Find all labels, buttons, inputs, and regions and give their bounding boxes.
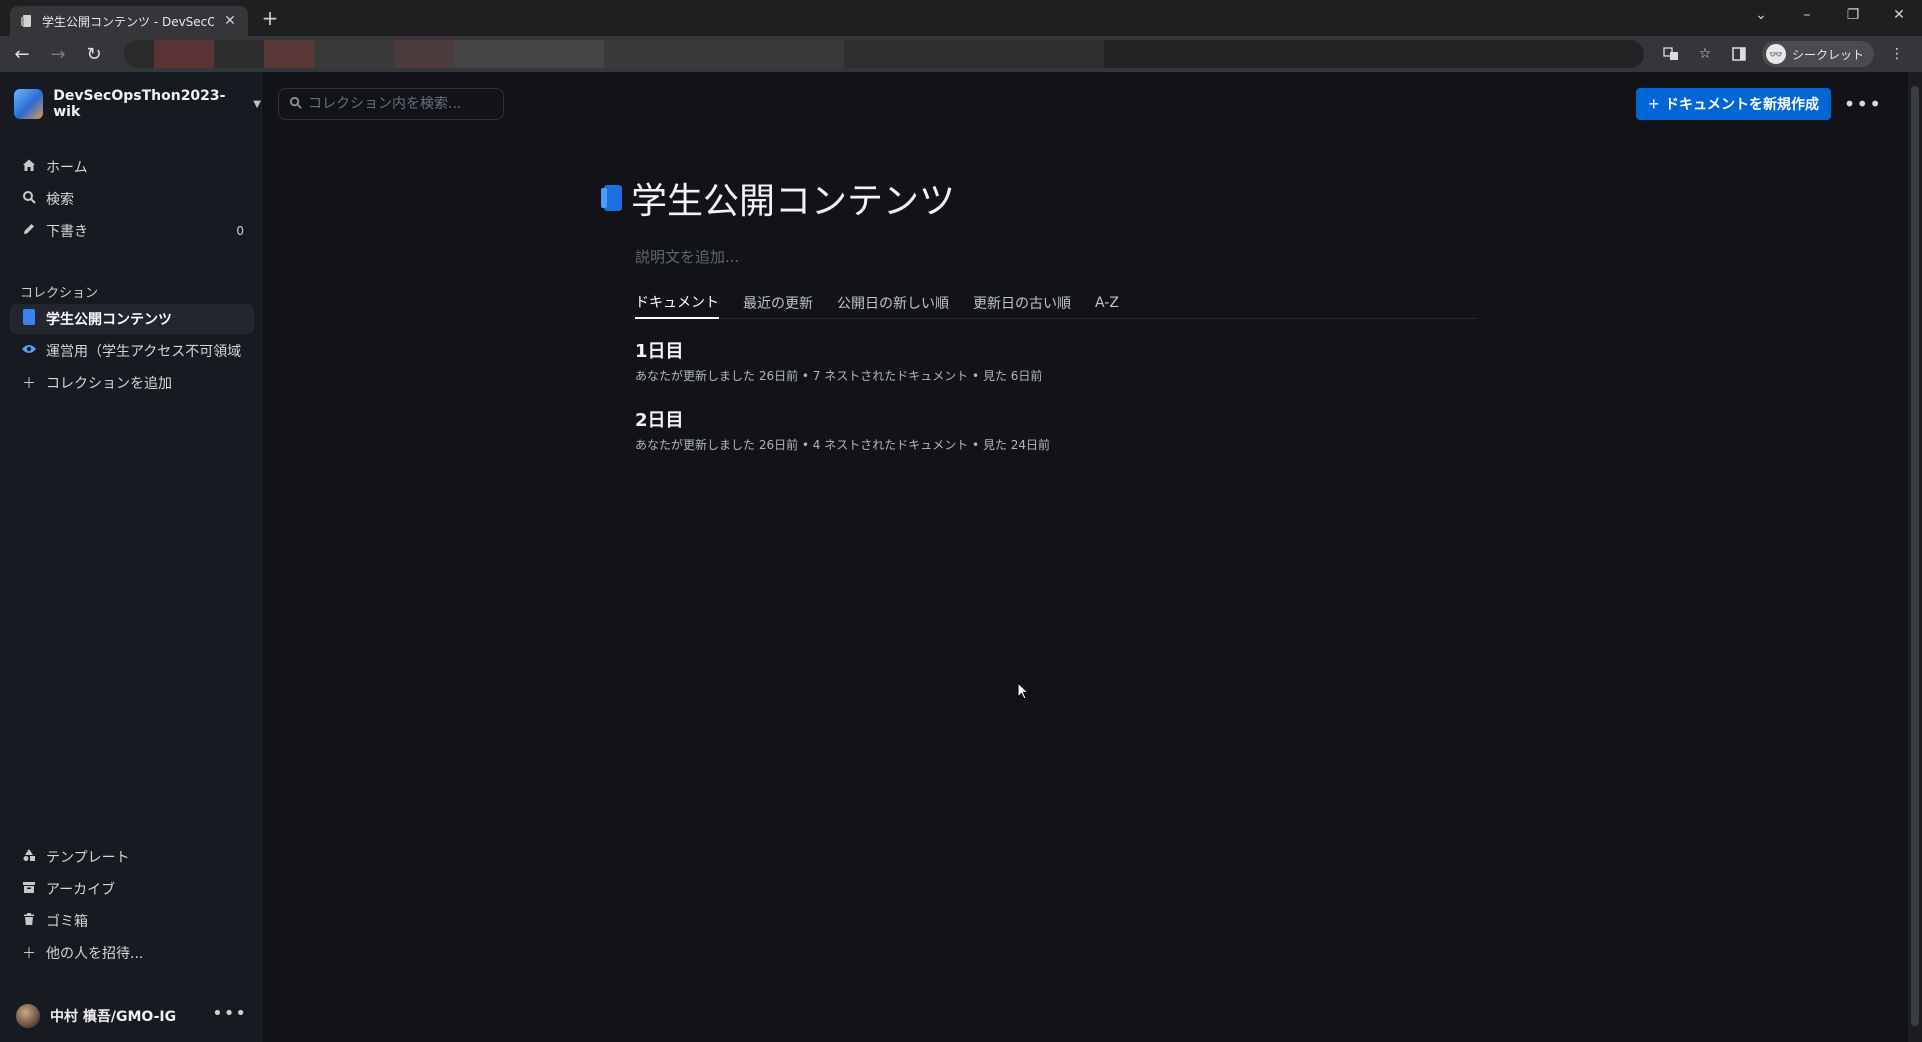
sidebar-item-label: アーカイブ [46, 882, 116, 898]
description-input[interactable]: 説明文を追加... [635, 246, 1477, 267]
pencil-icon [20, 222, 38, 240]
team-switcher[interactable]: DevSecOpsThon2023-wik ▼ [14, 88, 261, 120]
team-logo-icon [14, 89, 44, 119]
collection-icon [20, 309, 38, 329]
document-title[interactable]: 1日目 [635, 337, 1477, 363]
tab-search-icon[interactable]: ⌄ [1738, 0, 1784, 30]
sidebar: DevSecOpsThon2023-wik ▼ ホーム 検索 下書き 0 コレク… [0, 72, 262, 1042]
list-item[interactable]: 1日目 あなたが更新しました 26日前 • 7 ネストされたドキュメント • 見… [635, 337, 1477, 384]
collections-heading: コレクション [20, 286, 99, 301]
avatar [16, 1004, 40, 1028]
incognito-icon: 👓 [1765, 44, 1786, 64]
user-name: 中村 槙吾/GMO-IG [50, 1009, 177, 1025]
more-icon[interactable]: ••• [212, 1003, 247, 1024]
new-document-button[interactable]: + ドキュメントを新規作成 [1636, 88, 1831, 120]
tab-alphabetical[interactable]: A-Z [1095, 287, 1119, 319]
document-meta: あなたが更新しました 26日前 • 7 ネストされたドキュメント • 見た 6日… [635, 369, 1043, 383]
sidebar-item-home[interactable]: ホーム [10, 152, 254, 182]
incognito-label: シークレット [1791, 47, 1864, 62]
sidebar-item-label: 学生公開コンテンツ [46, 312, 172, 328]
plus-icon: ＋ [22, 946, 36, 962]
sidebar-item-label: 運営用（学生アクセス不可領域 [46, 344, 242, 360]
incognito-badge[interactable]: 👓 シークレット [1761, 41, 1874, 67]
reload-icon[interactable]: ↻ [80, 40, 108, 68]
caret-down-icon: ▼ [253, 98, 261, 110]
document-title[interactable]: 2日目 [635, 406, 1477, 432]
more-options-icon[interactable]: ••• [1844, 92, 1882, 116]
collection-search[interactable] [278, 88, 504, 120]
sidebar-item-archive[interactable]: アーカイブ [10, 874, 254, 904]
browser-menu-icon[interactable]: ⋮ [1886, 43, 1908, 65]
sort-tabs: ドキュメント 最近の更新 公開日の新しい順 更新日の古い順 A-Z [635, 287, 1477, 319]
collection-favicon-icon [20, 14, 34, 28]
address-bar[interactable] [124, 40, 1644, 68]
collection-heading: 学生公開コンテンツ [601, 172, 1477, 224]
sidebar-item-label: ホーム [46, 160, 88, 176]
eye-icon [20, 343, 38, 359]
plus-icon: + [1648, 93, 1659, 114]
team-name: DevSecOpsThon2023-wik [53, 88, 226, 120]
main-content: + ドキュメントを新規作成 ••• 学生公開コンテンツ 説明文を追加... ドキ… [262, 72, 1922, 1042]
restore-icon[interactable]: ❐ [1830, 0, 1876, 30]
invite-people-button[interactable]: ＋ 他の人を招待... [10, 938, 254, 968]
plus-icon: ＋ [22, 376, 36, 392]
sidebar-item-label: 他の人を招待... [46, 946, 144, 962]
drafts-count: 0 [236, 224, 244, 238]
add-collection-button[interactable]: ＋ コレクションを追加 [10, 368, 254, 398]
side-panel-icon[interactable] [1728, 43, 1750, 65]
browser-tabstrip: 学生公開コンテンツ - DevSecOpsTh ✕ + ⌄ – ❐ ✕ [0, 0, 1922, 36]
user-menu[interactable]: 中村 槙吾/GMO-IG [16, 1004, 176, 1028]
new-document-label: ドキュメントを新規作成 [1665, 96, 1819, 112]
sidebar-item-label: コレクションを追加 [46, 376, 172, 392]
sidebar-item-label: テンプレート [46, 850, 130, 866]
page-title[interactable]: 学生公開コンテンツ [631, 172, 955, 224]
search-input[interactable] [308, 96, 488, 112]
sidebar-item-operations-collection[interactable]: 運営用（学生アクセス不可領域 [10, 336, 254, 366]
scrollbar[interactable] [1908, 72, 1922, 1042]
archive-icon [20, 880, 38, 898]
tab-oldest-updated[interactable]: 更新日の古い順 [973, 287, 1071, 319]
window-controls: ⌄ – ❐ ✕ [1738, 0, 1922, 30]
sidebar-item-label: 検索 [46, 192, 74, 208]
search-icon [20, 190, 38, 208]
tab-newest-published[interactable]: 公開日の新しい順 [837, 287, 949, 319]
sidebar-item-label: ゴミ箱 [46, 914, 88, 930]
collection-content: 学生公開コンテンツ 説明文を追加... ドキュメント 最近の更新 公開日の新しい… [601, 172, 1477, 453]
bookmark-star-icon[interactable]: ☆ [1694, 43, 1716, 65]
list-item[interactable]: 2日目 あなたが更新しました 26日前 • 4 ネストされたドキュメント • 見… [635, 406, 1477, 453]
browser-tab-title: 学生公開コンテンツ - DevSecOpsTh [42, 14, 214, 29]
trash-icon [20, 912, 38, 930]
home-icon [20, 158, 38, 176]
sidebar-item-search[interactable]: 検索 [10, 184, 254, 214]
document-meta: あなたが更新しました 26日前 • 4 ネストされたドキュメント • 見た 24… [635, 438, 1051, 452]
sidebar-item-drafts[interactable]: 下書き 0 [10, 216, 254, 246]
sidebar-item-student-collection[interactable]: 学生公開コンテンツ [10, 304, 254, 334]
shapes-icon [20, 848, 38, 866]
new-tab-icon[interactable]: + [258, 6, 282, 30]
close-window-icon[interactable]: ✕ [1876, 0, 1922, 30]
minimize-icon[interactable]: – [1784, 0, 1830, 30]
sidebar-item-trash[interactable]: ゴミ箱 [10, 906, 254, 936]
browser-tab[interactable]: 学生公開コンテンツ - DevSecOpsTh ✕ [10, 6, 248, 36]
back-icon[interactable]: ← [8, 40, 36, 68]
search-icon [289, 96, 302, 113]
tab-documents[interactable]: ドキュメント [635, 287, 719, 319]
browser-toolbar: ← → ↻ ☆ 👓 シークレット ⋮ [0, 36, 1922, 72]
app: DevSecOpsThon2023-wik ▼ ホーム 検索 下書き 0 コレク… [0, 72, 1922, 1042]
translate-icon[interactable] [1660, 43, 1682, 65]
sidebar-item-label: 下書き [46, 224, 88, 240]
collection-icon[interactable] [601, 183, 623, 213]
sidebar-item-templates[interactable]: テンプレート [10, 842, 254, 872]
tab-recent-updates[interactable]: 最近の更新 [743, 287, 813, 319]
close-tab-icon[interactable]: ✕ [222, 13, 238, 29]
forward-icon[interactable]: → [44, 40, 72, 68]
